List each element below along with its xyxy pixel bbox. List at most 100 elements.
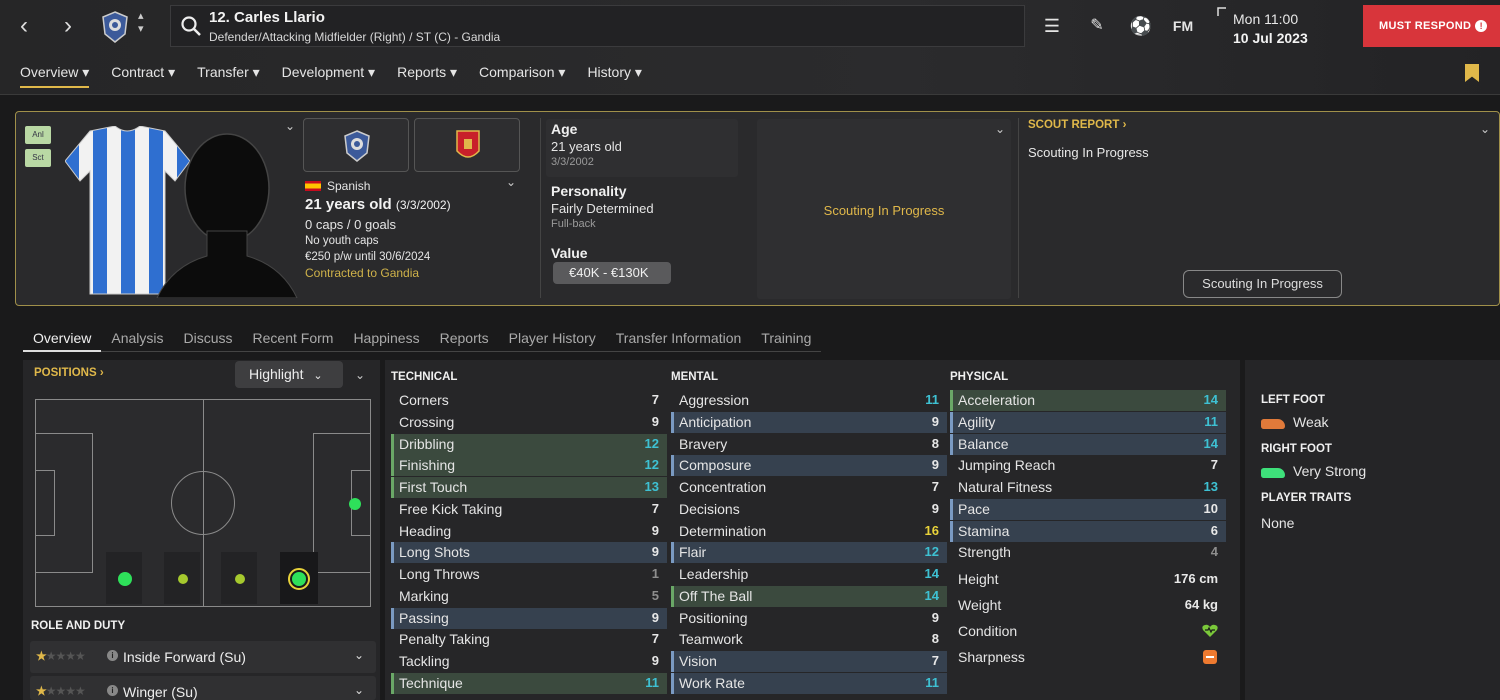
attribute-value: 9 [651, 653, 659, 668]
menu-contract[interactable]: Contract ▾ [111, 60, 175, 88]
attribute-row[interactable]: Vision 7 [671, 651, 947, 672]
position-dot-accomplished[interactable] [235, 574, 245, 584]
positions-link[interactable]: POSITIONS › [34, 367, 104, 379]
forward-arrow-icon[interactable]: › [54, 14, 82, 38]
club-switch-icon[interactable]: ▴ ▾ [138, 10, 144, 36]
menu-history[interactable]: History ▾ [587, 60, 641, 88]
menu-comparison[interactable]: Comparison ▾ [479, 60, 565, 88]
tab-player-history[interactable]: Player History [499, 326, 606, 352]
attribute-value: 14 [1203, 392, 1218, 407]
attribute-row[interactable]: Anticipation 9 [671, 411, 947, 433]
attribute-row[interactable]: Dribbling 12 [391, 433, 667, 455]
role-row-inside-forward[interactable]: ★★★★★ i Inside Forward (Su) ⌄ [30, 641, 376, 673]
menu-development[interactable]: Development ▾ [282, 60, 375, 88]
attribute-row[interactable]: Teamwork 8 [671, 629, 947, 650]
fm-logo-icon[interactable]: FM [1170, 14, 1196, 38]
attribute-row[interactable]: Off The Ball 14 [671, 585, 947, 607]
attribute-row[interactable]: Agility 11 [950, 411, 1226, 433]
position-dot-natural[interactable] [118, 572, 132, 586]
age-main: 21 years old (3/3/2002) [305, 196, 451, 213]
tab-happiness[interactable]: Happiness [343, 326, 429, 352]
chevron-down-icon[interactable]: ⌄ [995, 122, 1005, 136]
attribute-row[interactable]: Technique 11 [391, 672, 667, 694]
attribute-row[interactable]: Decisions 9 [671, 499, 947, 520]
attribute-row[interactable]: Strength 4 [950, 542, 1226, 563]
position-dot-selected[interactable] [292, 572, 306, 586]
chevron-down-icon[interactable]: ⌄ [355, 368, 365, 382]
tag-analyst[interactable]: Anl [25, 126, 51, 144]
search-icon[interactable] [180, 15, 202, 37]
chevron-down-icon[interactable]: ⌄ [1480, 122, 1490, 136]
attribute-name: Corners [399, 392, 449, 408]
attribute-row[interactable]: Aggression 11 [671, 390, 947, 411]
attribute-row[interactable]: Leadership 14 [671, 564, 947, 585]
club-crest-icon[interactable] [100, 10, 130, 44]
attribute-row[interactable]: Finishing 12 [391, 455, 667, 477]
chevron-down-icon[interactable]: ⌄ [285, 119, 295, 133]
attribute-value: 7 [651, 500, 659, 516]
attribute-value: 14 [924, 566, 939, 581]
menu-overview[interactable]: Overview ▾ [20, 60, 90, 88]
attribute-row[interactable]: Balance 14 [950, 433, 1226, 455]
chevron-down-icon[interactable]: ⌄ [354, 683, 364, 697]
attribute-row[interactable]: Jumping Reach 7 [950, 455, 1226, 476]
position-dot-natural[interactable] [349, 498, 361, 510]
value-range-chip[interactable]: €40K - €130K [553, 262, 671, 284]
attribute-row[interactable]: Free Kick Taking 7 [391, 499, 667, 520]
scout-report-link[interactable]: SCOUT REPORT › [1028, 119, 1126, 131]
attribute-row[interactable]: Work Rate 11 [671, 672, 947, 694]
attribute-row[interactable]: Corners 7 [391, 390, 667, 411]
attribute-row[interactable]: First Touch 13 [391, 477, 667, 498]
attribute-row[interactable]: Crossing 9 [391, 412, 667, 433]
attribute-row[interactable]: Natural Fitness 13 [950, 477, 1226, 498]
info-icon[interactable]: i [107, 685, 118, 696]
attribute-row[interactable]: Tackling 9 [391, 651, 667, 672]
attribute-row[interactable]: Passing 9 [391, 607, 667, 629]
edit-pencil-icon[interactable]: ✎ [1084, 14, 1110, 38]
attribute-row[interactable]: Concentration 7 [671, 477, 947, 498]
scouting-in-progress-button[interactable]: Scouting In Progress [1183, 270, 1342, 298]
role-row-winger[interactable]: ★★★★★ i Winger (Su) ⌄ [30, 676, 376, 700]
attribute-row[interactable]: Bravery 8 [671, 434, 947, 455]
attribute-row[interactable]: Penalty Taking 7 [391, 629, 667, 650]
attribute-row[interactable]: Heading 9 [391, 521, 667, 542]
attribute-value: 14 [1203, 435, 1218, 451]
back-arrow-icon[interactable]: ‹ [10, 14, 38, 38]
attribute-row[interactable]: Marking 5 [391, 586, 667, 607]
position-dot-accomplished[interactable] [178, 574, 188, 584]
nation-crest-box[interactable] [414, 118, 520, 172]
attribute-row[interactable]: Acceleration 14 [950, 390, 1226, 411]
football-icon[interactable]: ⚽ [1128, 14, 1154, 38]
hamburger-menu-icon[interactable]: ☰ [1039, 14, 1065, 38]
tab-recent-form[interactable]: Recent Form [243, 326, 344, 352]
tab-transfer-information[interactable]: Transfer Information [606, 326, 752, 352]
attribute-row[interactable]: Positioning 9 [671, 608, 947, 629]
contract-status[interactable]: Contracted to Gandia [305, 266, 419, 280]
club-crest-box[interactable] [303, 118, 409, 172]
info-icon[interactable]: i [107, 650, 118, 661]
chevron-down-icon[interactable]: ⌄ [506, 175, 516, 189]
chevron-down-icon[interactable]: ⌄ [354, 648, 364, 662]
tab-overview[interactable]: Overview [23, 326, 102, 352]
attribute-row[interactable]: Determination 16 [671, 521, 947, 542]
attribute-row[interactable]: Composure 9 [671, 455, 947, 477]
attribute-row[interactable]: Stamina 6 [950, 520, 1226, 542]
tab-analysis[interactable]: Analysis [101, 326, 173, 352]
menu-reports[interactable]: Reports ▾ [397, 60, 457, 88]
nationality: Spanish [305, 179, 370, 193]
highlight-dropdown[interactable]: Highlight ⌄ [235, 361, 343, 388]
must-respond-button[interactable]: MUST RESPOND! [1363, 5, 1500, 47]
tab-training[interactable]: Training [751, 326, 821, 352]
tab-reports[interactable]: Reports [430, 326, 499, 352]
game-date[interactable]: 10 Jul 2023 [1233, 30, 1308, 46]
player-menu-bar: Overview ▾ Contract ▾ Transfer ▾ Develop… [0, 60, 644, 90]
attribute-value: 9 [931, 413, 939, 429]
attribute-row[interactable]: Long Throws 1 [391, 564, 667, 585]
attribute-row[interactable]: Pace 10 [950, 498, 1226, 520]
attribute-name: Heading [399, 522, 452, 539]
attribute-row[interactable]: Flair 12 [671, 542, 947, 564]
menu-transfer[interactable]: Transfer ▾ [197, 60, 260, 88]
tag-scout[interactable]: Sct [25, 149, 51, 167]
attribute-row[interactable]: Long Shots 9 [391, 542, 667, 564]
tab-discuss[interactable]: Discuss [174, 326, 243, 352]
